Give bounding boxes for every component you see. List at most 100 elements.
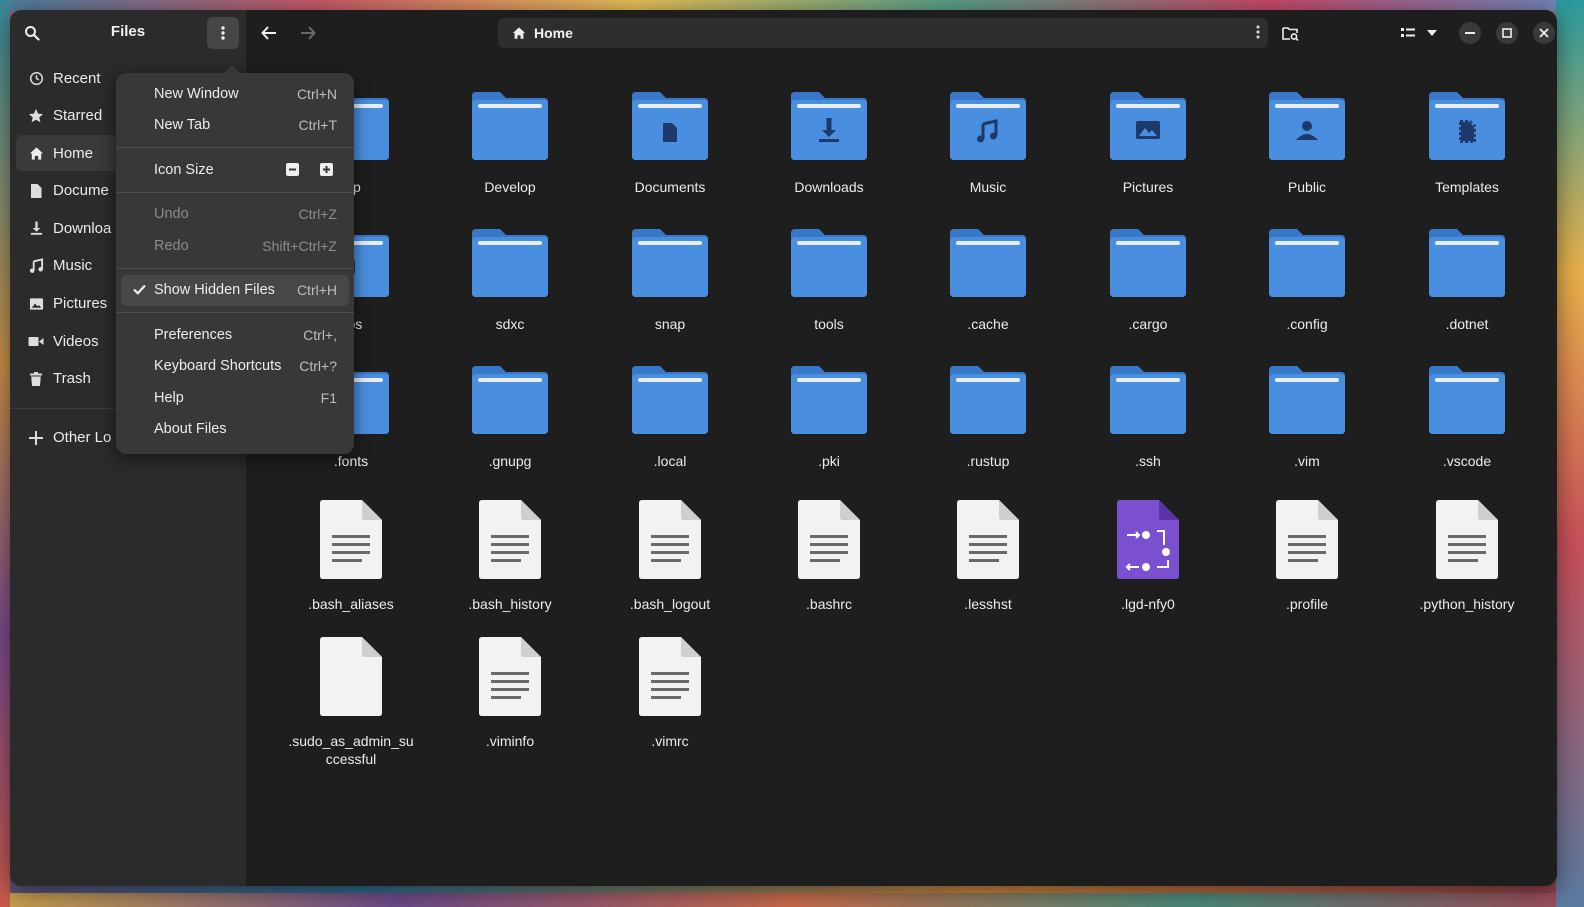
search-icon (25, 26, 40, 41)
folder-item[interactable]: .cache (913, 227, 1063, 333)
home-icon (28, 145, 44, 161)
minimize-button[interactable] (1459, 22, 1481, 44)
plus-icon (28, 430, 44, 446)
document-icon (28, 183, 44, 199)
zoom-out-button[interactable] (281, 159, 303, 181)
blank-file-icon (318, 636, 384, 718)
sidebar-item-label: Downloa (53, 219, 112, 237)
image-icon (28, 296, 44, 312)
sidebar-item-label: Docume (53, 182, 109, 200)
menu-item-preferences[interactable]: Preferences Ctrl+, (121, 319, 349, 351)
forward-button[interactable] (292, 17, 324, 49)
folder-item[interactable]: .vim (1232, 364, 1382, 470)
file-item[interactable]: .sudo_as_admin_su ccessful (276, 636, 426, 768)
maximize-button[interactable] (1496, 22, 1518, 44)
menu-item-accel: Ctrl+H (296, 282, 337, 299)
location-bar[interactable]: Home (498, 18, 1268, 48)
folder-item[interactable]: Develop (435, 90, 585, 196)
folder-icon (1267, 227, 1347, 299)
chevron-down-icon (1427, 30, 1437, 36)
video-icon (28, 333, 44, 349)
file-item[interactable]: .bashrc (754, 499, 904, 613)
folder-icon (470, 364, 550, 436)
folder-icon (789, 227, 869, 299)
menu-item-accel: Ctrl+N (296, 85, 337, 102)
file-name-label: .rustup (966, 453, 1010, 469)
folder-item[interactable]: snap (595, 227, 745, 333)
file-name-label: .gnupg (488, 453, 532, 469)
folder-item[interactable]: sdxc (435, 227, 585, 333)
folder-item[interactable]: Pictures (1073, 90, 1223, 196)
file-name-label: Develop (484, 179, 536, 195)
menu-item-new-tab[interactable]: New Tab Ctrl+T (121, 110, 349, 142)
file-item[interactable]: .lesshst (913, 499, 1063, 613)
folder-item[interactable]: Documents (595, 90, 745, 196)
folder-item[interactable]: Templates (1392, 90, 1542, 196)
menu-item-keyboard-shortcuts[interactable]: Keyboard Shortcuts Ctrl+? (121, 351, 349, 383)
file-item[interactable]: .bash_history (435, 499, 585, 613)
file-item[interactable]: .vimrc (595, 636, 745, 750)
path-menu-button[interactable] (1256, 25, 1260, 42)
menu-separator (116, 191, 354, 193)
folder-item[interactable]: tools (754, 227, 904, 333)
download-icon (28, 220, 44, 236)
file-item[interactable]: .bash_logout (595, 499, 745, 613)
file-name-label: .sudo_as_admin_su ccessful (288, 733, 414, 767)
menu-separator (116, 147, 354, 148)
file-name-label: .local (653, 453, 687, 469)
file-item[interactable]: .python_history (1392, 499, 1542, 613)
folder-item[interactable]: .dotnet (1392, 227, 1542, 333)
text-file-icon (637, 636, 703, 718)
folder-item[interactable]: .config (1232, 227, 1382, 333)
close-button[interactable] (1533, 22, 1555, 44)
menu-item-label: About Files (154, 421, 227, 438)
folder-item[interactable]: Downloads (754, 90, 904, 196)
file-name-label: .vscode (1442, 453, 1492, 469)
search-button[interactable] (16, 17, 48, 49)
text-file-icon (955, 499, 1021, 581)
file-item[interactable]: .profile (1232, 499, 1382, 613)
sidebar-item-label: Starred (53, 107, 103, 125)
menu-item-accel: F1 (320, 389, 337, 406)
maximize-icon (1502, 28, 1512, 38)
main-menu-button[interactable] (207, 17, 239, 49)
folder-icon (948, 364, 1028, 436)
plus-box-icon (319, 163, 333, 177)
sidebar-item-label: Pictures (53, 295, 108, 313)
kebab-menu-icon (221, 26, 225, 40)
menu-item-show-hidden-files[interactable]: Show Hidden Files Ctrl+H (121, 274, 349, 306)
file-item[interactable]: .viminfo (435, 636, 585, 750)
folder-item[interactable]: .local (595, 364, 745, 470)
folder-item[interactable]: .ssh (1073, 364, 1223, 470)
file-name-label: .pki (818, 453, 840, 469)
text-file-icon (1274, 499, 1340, 581)
folder-item[interactable]: .rustup (913, 364, 1063, 470)
back-button[interactable] (253, 17, 285, 49)
menu-item-accel: Ctrl+Z (298, 206, 338, 223)
menu-item-redo[interactable]: Redo Shift+Ctrl+Z (121, 230, 349, 262)
template-folder-icon (1427, 90, 1507, 162)
menu-item-about-files[interactable]: About Files (121, 414, 349, 446)
folder-icon (789, 364, 869, 436)
folder-item[interactable]: .cargo (1073, 227, 1223, 333)
file-item[interactable]: .lgd-nfy0 (1073, 499, 1223, 613)
folder-item[interactable]: .pki (754, 364, 904, 470)
folder-icon (470, 227, 550, 299)
menu-item-accel: Ctrl+? (299, 358, 337, 375)
menu-item-new-window[interactable]: New Window Ctrl+N (121, 78, 349, 110)
menu-item-label: Help (154, 389, 184, 406)
zoom-in-button[interactable] (315, 159, 337, 181)
file-item[interactable]: .bash_aliases (276, 499, 426, 613)
folder-item[interactable]: .vscode (1392, 364, 1542, 470)
search-in-folder-button[interactable] (1274, 17, 1306, 49)
folder-item[interactable]: Music (913, 90, 1063, 196)
folder-item[interactable]: Public (1232, 90, 1382, 196)
view-options-button[interactable] (1420, 17, 1444, 49)
menu-item-icon-size: Icon Size (121, 154, 349, 186)
file-name-label: .dotnet (1445, 316, 1489, 332)
folder-item[interactable]: .gnupg (435, 364, 585, 470)
menu-item-help[interactable]: Help F1 (121, 382, 349, 414)
menu-item-undo[interactable]: Undo Ctrl+Z (121, 199, 349, 231)
sidebar-item-label: Home (53, 144, 94, 162)
text-file-icon (637, 499, 703, 581)
